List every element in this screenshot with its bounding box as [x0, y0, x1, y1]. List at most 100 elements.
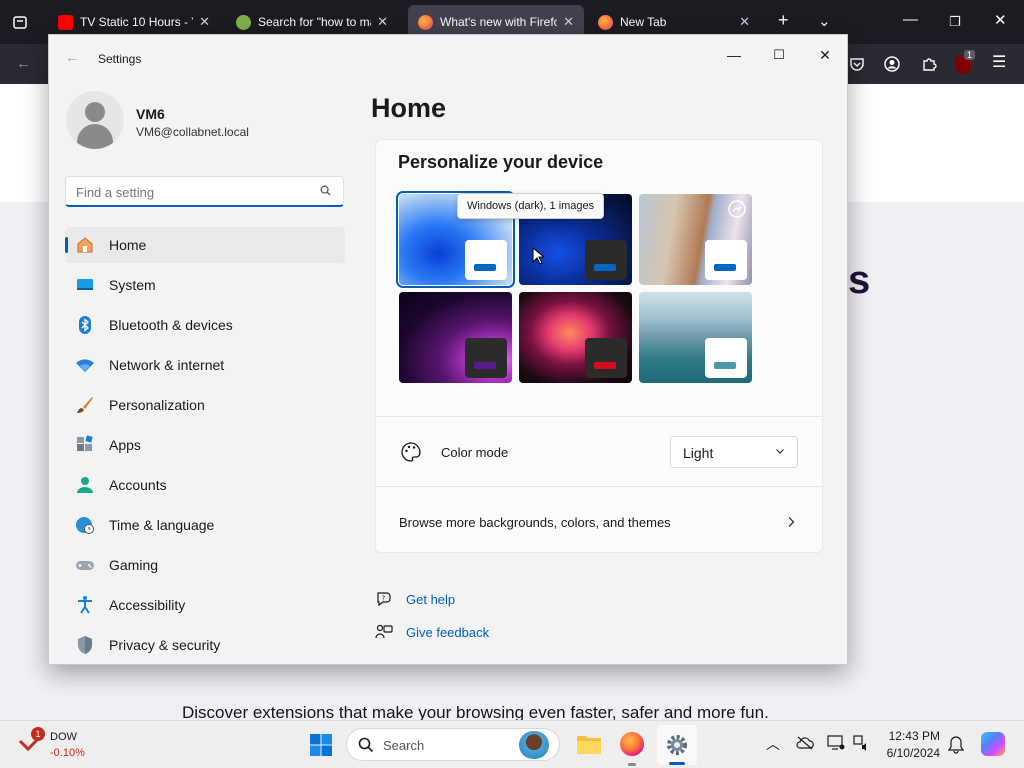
- notification-bell-icon[interactable]: [948, 736, 964, 754]
- theme-preview-window: [585, 240, 627, 280]
- firefox-taskbar-icon[interactable]: [620, 732, 644, 756]
- nav-item-home[interactable]: Home: [65, 227, 345, 263]
- account-icon[interactable]: [884, 56, 900, 72]
- brush-icon: [75, 395, 95, 415]
- close-tab-icon[interactable]: ✕: [563, 14, 574, 30]
- tab-title: What's new with Firefox: [440, 15, 558, 29]
- theme-preview-window: [705, 338, 747, 378]
- firefox-favicon-icon: [418, 14, 433, 30]
- tab-title: Search for "how to ma: [258, 15, 372, 29]
- minimize-icon[interactable]: —: [714, 41, 754, 69]
- taskbar-search[interactable]: Search: [346, 728, 560, 761]
- extension-badge: 1: [964, 50, 976, 60]
- settings-nav: Home System Bluetooth & devices Network …: [65, 227, 345, 664]
- firefox-running-indicator: [628, 763, 636, 766]
- theme-preview-window: [465, 240, 507, 280]
- firefox-favicon-icon: [598, 14, 613, 30]
- close-icon[interactable]: ✕: [994, 13, 1007, 28]
- nav-item-label: Accessibility: [109, 597, 186, 613]
- avatar-body: [77, 124, 113, 149]
- theme-preview-accent: [474, 264, 496, 271]
- search-highlight-avatar-icon: [519, 731, 549, 759]
- give-feedback-label: Give feedback: [406, 624, 490, 640]
- wifi-icon: [75, 355, 95, 375]
- get-help-label: Get help: [406, 591, 456, 607]
- pocket-icon[interactable]: [849, 56, 865, 72]
- nav-item-gaming[interactable]: Gaming: [65, 547, 345, 583]
- nav-item-system[interactable]: System: [65, 267, 345, 303]
- stock-badge: 1: [31, 727, 45, 741]
- search-input[interactable]: [76, 183, 306, 201]
- back-arrow-icon[interactable]: ←: [65, 49, 79, 65]
- minimize-icon[interactable]: —: [903, 12, 918, 27]
- tray-chevron-up-icon[interactable]: ︿: [766, 734, 780, 754]
- browse-themes-row[interactable]: Browse more backgrounds, colors, and the…: [376, 487, 822, 553]
- cloud-offline-icon[interactable]: [796, 736, 814, 750]
- theme-preview-accent: [714, 362, 736, 369]
- nav-item-label: Time & language: [109, 517, 215, 533]
- tray-time[interactable]: 12:43 PM: [880, 729, 940, 743]
- tab-overview-icon[interactable]: [12, 14, 28, 30]
- nav-item-network[interactable]: Network & internet: [65, 347, 345, 383]
- card-divider: [376, 416, 822, 417]
- chevron-right-icon: [788, 517, 795, 527]
- nav-item-bluetooth[interactable]: Bluetooth & devices: [65, 307, 345, 343]
- get-help-link[interactable]: ? Get help: [375, 590, 455, 608]
- nav-item-accessibility[interactable]: Accessibility: [65, 587, 345, 623]
- color-mode-dropdown[interactable]: Light: [670, 436, 798, 468]
- nav-item-personalization[interactable]: Personalization: [65, 387, 345, 423]
- gear-icon: [667, 735, 687, 755]
- display-icon[interactable]: [827, 735, 845, 751]
- feedback-icon: [375, 624, 393, 639]
- avatar[interactable]: [66, 91, 124, 149]
- theme-preview-window: [465, 338, 507, 378]
- close-tab-icon[interactable]: ✕: [739, 14, 750, 30]
- nav-item-label: Bluetooth & devices: [109, 317, 233, 333]
- hamburger-menu-icon[interactable]: ☰: [992, 55, 1006, 71]
- theme-spotlight[interactable]: [639, 194, 752, 285]
- nav-item-label: Accounts: [109, 477, 167, 493]
- home-icon: [75, 235, 95, 255]
- search-icon[interactable]: [320, 185, 331, 196]
- help-icon: ?: [377, 592, 391, 607]
- theme-preview-accent: [594, 264, 616, 271]
- nav-item-label: System: [109, 277, 156, 293]
- list-tabs-chevron-icon[interactable]: ⌄: [818, 14, 831, 29]
- tab-title: New Tab: [620, 15, 667, 29]
- theme-preview-window: [585, 338, 627, 378]
- give-feedback-link[interactable]: Give feedback: [375, 623, 489, 641]
- maximize-icon[interactable]: ☐: [759, 41, 799, 69]
- nav-item-label: Gaming: [109, 557, 159, 573]
- nav-item-time-language[interactable]: Time & language: [65, 507, 345, 543]
- close-tab-icon[interactable]: ✕: [377, 14, 388, 30]
- color-mode-label: Color mode: [441, 445, 509, 460]
- theme-captured-motion[interactable]: [519, 292, 632, 383]
- nav-item-label: Apps: [109, 437, 141, 453]
- nav-item-privacy-security[interactable]: Privacy & security: [65, 627, 345, 663]
- close-icon[interactable]: ✕: [805, 41, 845, 69]
- new-tab-plus-icon[interactable]: +: [778, 11, 789, 29]
- page-title: Home: [371, 93, 447, 123]
- shield-icon: [75, 635, 95, 655]
- restore-icon[interactable]: ❐: [949, 14, 961, 29]
- close-tab-icon[interactable]: ✕: [199, 14, 210, 30]
- extensions-puzzle-icon[interactable]: [921, 56, 937, 72]
- nav-item-apps[interactable]: Apps: [65, 427, 345, 463]
- volume-network-icon[interactable]: [853, 735, 871, 751]
- theme-preview-accent: [594, 362, 616, 369]
- svg-text:?: ?: [382, 595, 386, 603]
- theme-glow[interactable]: [399, 292, 512, 383]
- windows-start-icon[interactable]: [309, 733, 333, 757]
- youtube-favicon-icon: [58, 14, 73, 30]
- tray-date[interactable]: 6/10/2024: [880, 746, 940, 760]
- back-arrow-icon[interactable]: ←: [16, 56, 31, 71]
- file-explorer-icon[interactable]: [576, 733, 602, 755]
- gamepad-icon: [75, 555, 95, 575]
- copilot-icon[interactable]: [981, 732, 1005, 756]
- spotlight-camera-icon: [728, 200, 746, 218]
- settings-search-box[interactable]: [65, 176, 344, 207]
- settings-title-bar: ← Settings — ☐ ✕: [49, 35, 847, 81]
- nav-item-accounts[interactable]: Accounts: [65, 467, 345, 503]
- settings-taskbar-button[interactable]: [657, 725, 697, 765]
- theme-flow[interactable]: [639, 292, 752, 383]
